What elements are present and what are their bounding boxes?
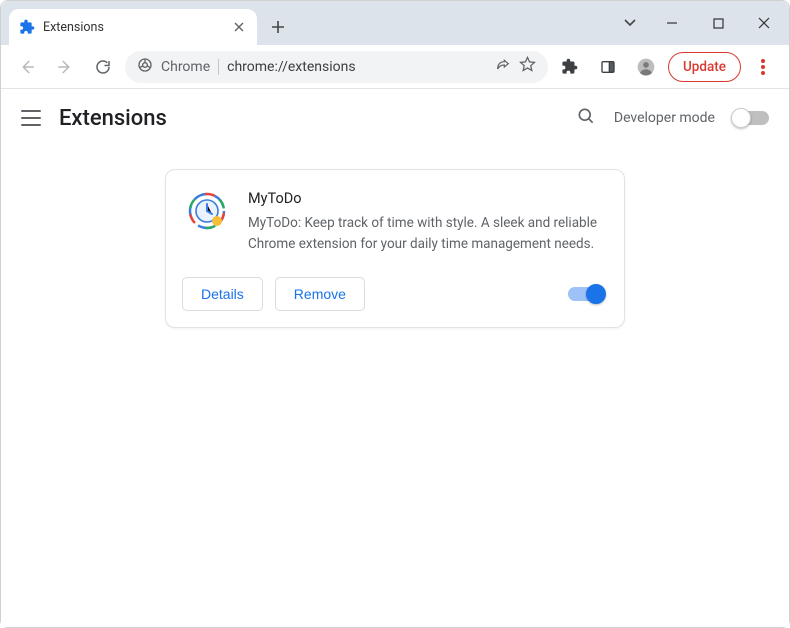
address-bar[interactable]: Chrome chrome://extensions [125, 51, 548, 83]
page-header: Extensions Developer mode [1, 89, 789, 147]
search-icon[interactable] [576, 106, 596, 130]
menu-icon[interactable] [747, 51, 779, 83]
page-title: Extensions [59, 106, 167, 131]
extension-icon [186, 190, 228, 232]
minimize-button[interactable] [651, 7, 693, 39]
reload-button[interactable] [87, 51, 119, 83]
titlebar: Extensions [1, 1, 789, 45]
update-button[interactable]: Update [668, 52, 741, 82]
chrome-site-icon [137, 57, 153, 77]
tab-title: Extensions [43, 20, 223, 35]
page-content: Extensions Developer mode [1, 89, 789, 627]
tab-close-icon[interactable] [231, 19, 247, 35]
update-label: Update [683, 59, 726, 75]
extension-card: MyToDo MyToDo: Keep track of time with s… [165, 169, 625, 328]
developer-mode-toggle[interactable] [733, 111, 769, 125]
extension-description: MyToDo: Keep track of time with style. A… [248, 213, 604, 255]
side-panel-icon[interactable] [592, 51, 624, 83]
extension-name: MyToDo [248, 190, 604, 207]
remove-button[interactable]: Remove [275, 277, 365, 311]
back-button[interactable] [11, 51, 43, 83]
extension-enable-toggle[interactable] [568, 287, 604, 301]
developer-mode-label: Developer mode [614, 110, 715, 126]
toolbar: Chrome chrome://extensions Update [1, 45, 789, 89]
menu-hamburger-icon[interactable] [21, 110, 41, 126]
profile-icon[interactable] [630, 51, 662, 83]
forward-button[interactable] [49, 51, 81, 83]
close-window-button[interactable] [743, 7, 785, 39]
address-url: chrome://extensions [227, 59, 487, 75]
browser-window: Extensions [0, 0, 790, 628]
window-controls [613, 1, 789, 45]
address-divider [218, 59, 219, 75]
new-tab-button[interactable] [263, 12, 293, 42]
tab-search-icon[interactable] [613, 7, 647, 39]
bookmark-icon[interactable] [519, 56, 536, 77]
browser-tab[interactable]: Extensions [9, 9, 257, 45]
address-scheme-label: Chrome [161, 59, 210, 75]
maximize-button[interactable] [697, 7, 739, 39]
share-icon[interactable] [495, 57, 511, 77]
details-button[interactable]: Details [182, 277, 263, 311]
extensions-tab-icon [19, 19, 35, 35]
extensions-icon[interactable] [554, 51, 586, 83]
